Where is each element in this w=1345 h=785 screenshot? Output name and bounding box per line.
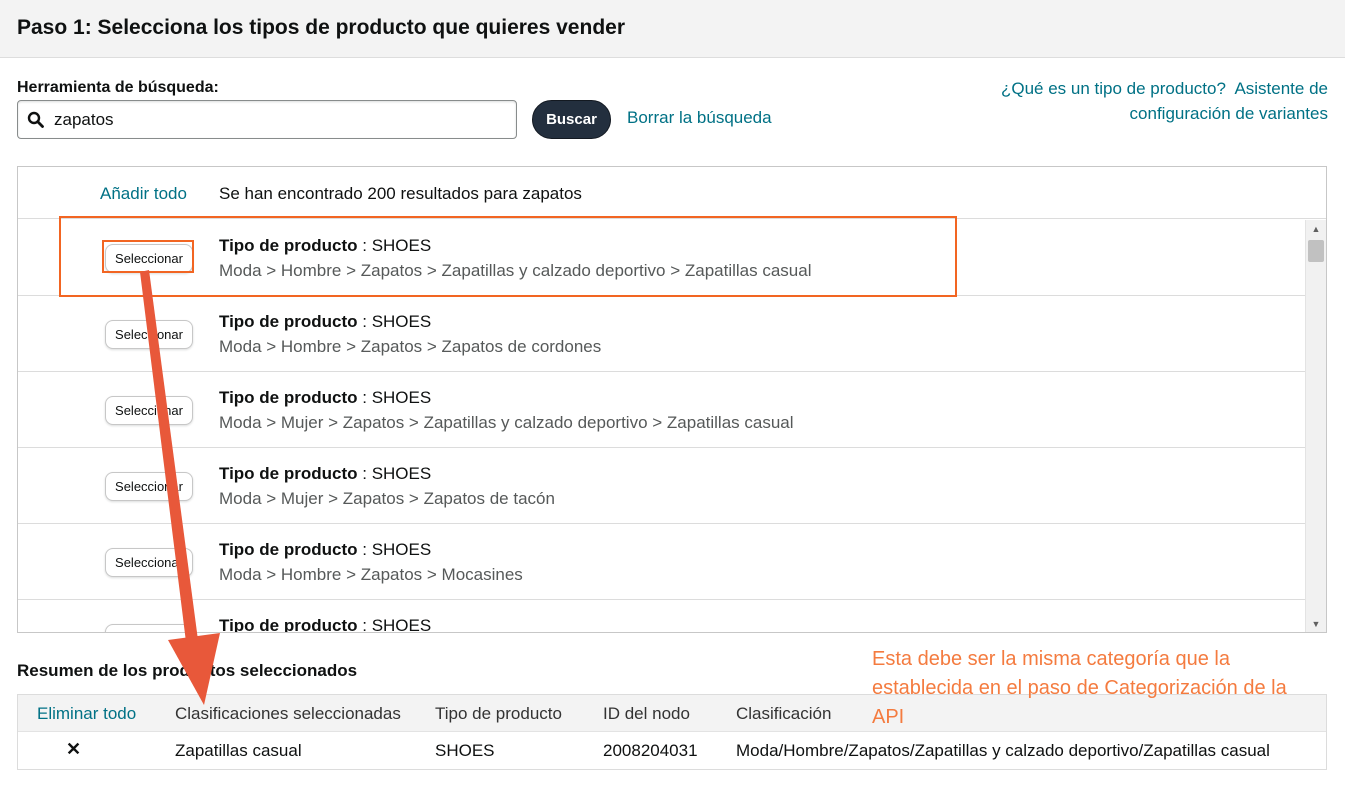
clear-search-link[interactable]: Borrar la búsqueda [627, 108, 772, 128]
result-row: Seleccionar Tipo de producto : SHOES Mod… [18, 296, 1305, 372]
result-row: Seleccionar Tipo de producto : SHOES Mod… [18, 448, 1305, 524]
page-header: Paso 1: Selecciona los tipos de producto… [0, 0, 1345, 58]
column-header-node-id: ID del nodo [603, 704, 690, 723]
result-row: Seleccionar Tipo de producto : SHOES Mod… [18, 372, 1305, 448]
search-button[interactable]: Buscar [532, 100, 611, 139]
category-path: Moda > Hombre > Zapatos > Mocasines [219, 565, 523, 584]
search-box[interactable] [17, 100, 517, 139]
search-input[interactable] [54, 101, 509, 138]
select-button[interactable]: Seleccionar [105, 396, 193, 425]
search-label: Herramienta de búsqueda: [17, 79, 219, 96]
product-type-value: SHOES [371, 388, 432, 407]
product-type-label: Tipo de producto [219, 312, 358, 331]
product-type-line: Tipo de producto : SHOES [219, 616, 432, 633]
product-type-label: Tipo de producto [219, 236, 358, 255]
category-path: Moda > Hombre > Zapatos > Zapatillas y c… [219, 261, 812, 280]
result-row: Seleccionar Tipo de producto : SHOES Mod… [18, 524, 1305, 600]
product-type-line: Tipo de producto : SHOES [219, 464, 432, 483]
remove-all-link[interactable]: Eliminar todo [37, 704, 136, 724]
select-button[interactable]: Seleccionar [105, 472, 193, 501]
product-type-value: SHOES [371, 236, 432, 255]
product-type-help-link[interactable]: ¿Qué es un tipo de producto? [1001, 79, 1226, 98]
result-row: Seleccionar Tipo de producto : SHOES [18, 600, 1305, 633]
close-icon[interactable]: ✕ [66, 739, 81, 760]
product-type-line: Tipo de producto : SHOES [219, 540, 432, 559]
results-header: Añadir todo Se han encontrado 200 result… [18, 167, 1326, 219]
selected-node-id: 2008204031 [603, 741, 698, 760]
product-type-label: Tipo de producto [219, 464, 358, 483]
page-title: Paso 1: Selecciona los tipos de producto… [17, 16, 625, 39]
selected-classification: Zapatillas casual [175, 741, 302, 760]
product-type-line: Tipo de producto : SHOES [219, 312, 432, 331]
select-button[interactable]: Seleccionar [105, 320, 193, 349]
select-button[interactable]: Seleccionar [105, 548, 193, 577]
result-row: Seleccionar Tipo de producto : SHOES Mod… [18, 220, 1305, 296]
product-type-value: SHOES [371, 616, 432, 633]
product-type-label: Tipo de producto [219, 540, 358, 559]
column-header-classification: Clasificación [736, 704, 832, 723]
selected-classification-path: Moda/Hombre/Zapatos/Zapatillas y calzado… [736, 741, 1270, 760]
help-links: ¿Qué es un tipo de producto? Asistente d… [948, 76, 1328, 126]
results-list[interactable]: Seleccionar Tipo de producto : SHOES Mod… [18, 220, 1305, 633]
results-scrollbar[interactable]: ▲ ▼ [1305, 220, 1326, 632]
category-path: Moda > Hombre > Zapatos > Zapatos de cor… [219, 337, 602, 356]
product-type-value: SHOES [371, 464, 432, 483]
summary-title: Resumen de los productos seleccionados [17, 661, 358, 680]
annotation-note: Esta debe ser la misma categoría que la … [872, 648, 1287, 728]
search-icon [27, 111, 44, 128]
product-type-label: Tipo de producto [219, 616, 358, 633]
selected-product-type: SHOES [435, 741, 495, 760]
column-header-classifications: Clasificaciones seleccionadas [175, 704, 401, 723]
table-row: ✕ Zapatillas casual SHOES 2008204031 Mod… [18, 732, 1326, 769]
select-button[interactable]: Seleccionar [105, 244, 193, 273]
product-type-value: SHOES [371, 312, 432, 331]
results-panel: Añadir todo Se han encontrado 200 result… [17, 166, 1327, 633]
add-all-link[interactable]: Añadir todo [100, 184, 187, 204]
scroll-thumb[interactable] [1308, 240, 1324, 262]
results-count: Se han encontrado 200 resultados para za… [219, 184, 582, 203]
product-type-line: Tipo de producto : SHOES [219, 236, 432, 255]
product-type-value: SHOES [371, 540, 432, 559]
scroll-down-arrow-icon[interactable]: ▼ [1306, 615, 1326, 632]
scroll-up-arrow-icon[interactable]: ▲ [1306, 220, 1326, 238]
column-header-product-type: Tipo de producto [435, 704, 562, 723]
category-path: Moda > Mujer > Zapatos > Zapatos de tacó… [219, 489, 555, 508]
product-type-line: Tipo de producto : SHOES [219, 388, 432, 407]
category-path: Moda > Mujer > Zapatos > Zapatillas y ca… [219, 413, 794, 432]
product-type-label: Tipo de producto [219, 388, 358, 407]
select-button[interactable]: Seleccionar [105, 624, 193, 632]
